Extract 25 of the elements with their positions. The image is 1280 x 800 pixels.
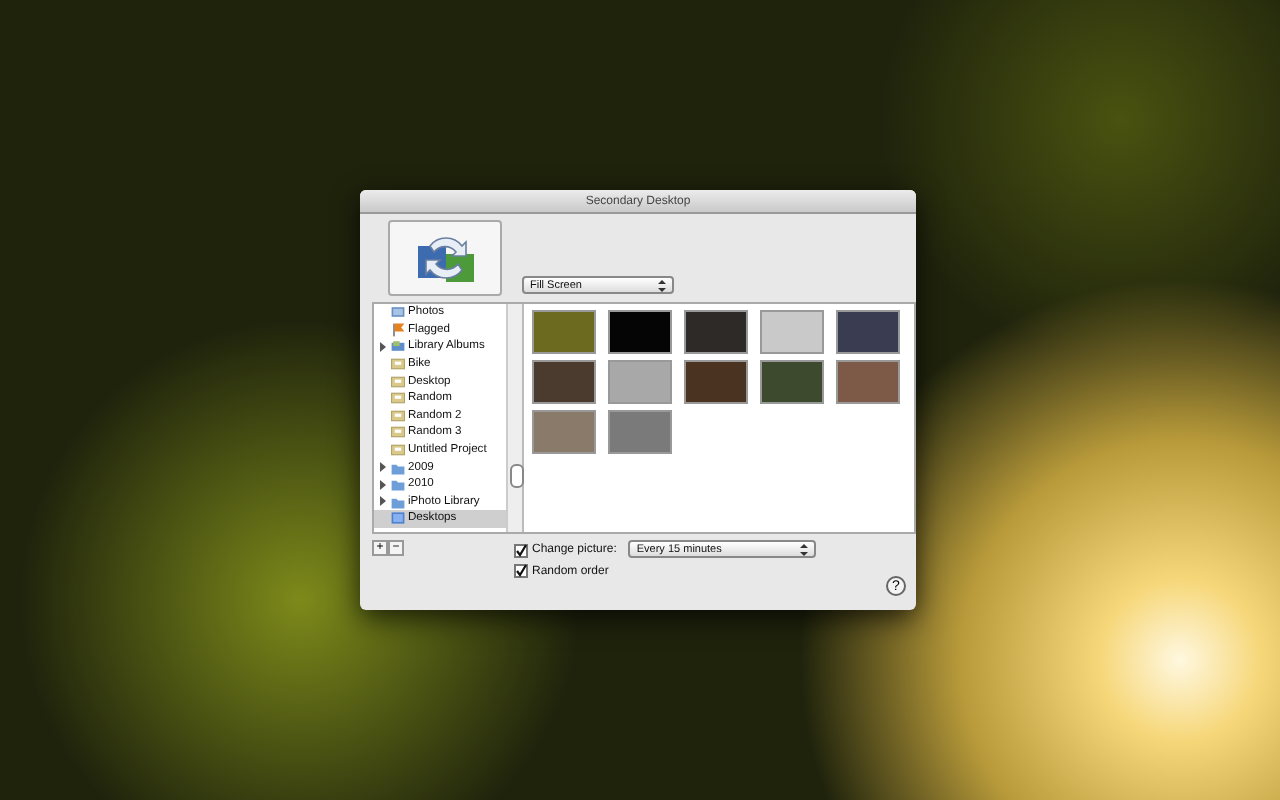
updown-arrows-icon — [658, 279, 666, 291]
photos-icon — [390, 304, 406, 321]
photo-thumbnail[interactable] — [836, 360, 900, 404]
photo-thumbnail[interactable] — [608, 360, 672, 404]
photo-thumbnail[interactable] — [532, 310, 596, 354]
disclosure-triangle-icon[interactable] — [378, 479, 388, 490]
scrollbar[interactable] — [508, 304, 524, 532]
photo-thumbnail[interactable] — [760, 310, 824, 354]
photo-thumbnail[interactable] — [760, 360, 824, 404]
desktops-icon — [390, 510, 406, 527]
checkbox[interactable] — [514, 543, 528, 557]
disclosure-triangle-icon[interactable] — [378, 496, 388, 507]
photo-thumbnail[interactable] — [608, 410, 672, 454]
photo-thumbnail[interactable] — [608, 310, 672, 354]
flag-icon — [390, 321, 406, 338]
photo-thumbnail[interactable] — [532, 360, 596, 404]
photo-thumbnail[interactable] — [836, 310, 900, 354]
disclosure-triangle-icon[interactable] — [378, 462, 388, 473]
checkbox[interactable] — [514, 564, 528, 578]
disclosure-triangle-icon[interactable] — [378, 341, 388, 352]
updown-arrows-icon — [800, 543, 809, 555]
photo-thumbnail[interactable] — [684, 360, 748, 404]
photo-thumbnail[interactable] — [684, 310, 748, 354]
library-icon — [390, 338, 406, 355]
photo-thumbnail[interactable] — [532, 410, 596, 454]
